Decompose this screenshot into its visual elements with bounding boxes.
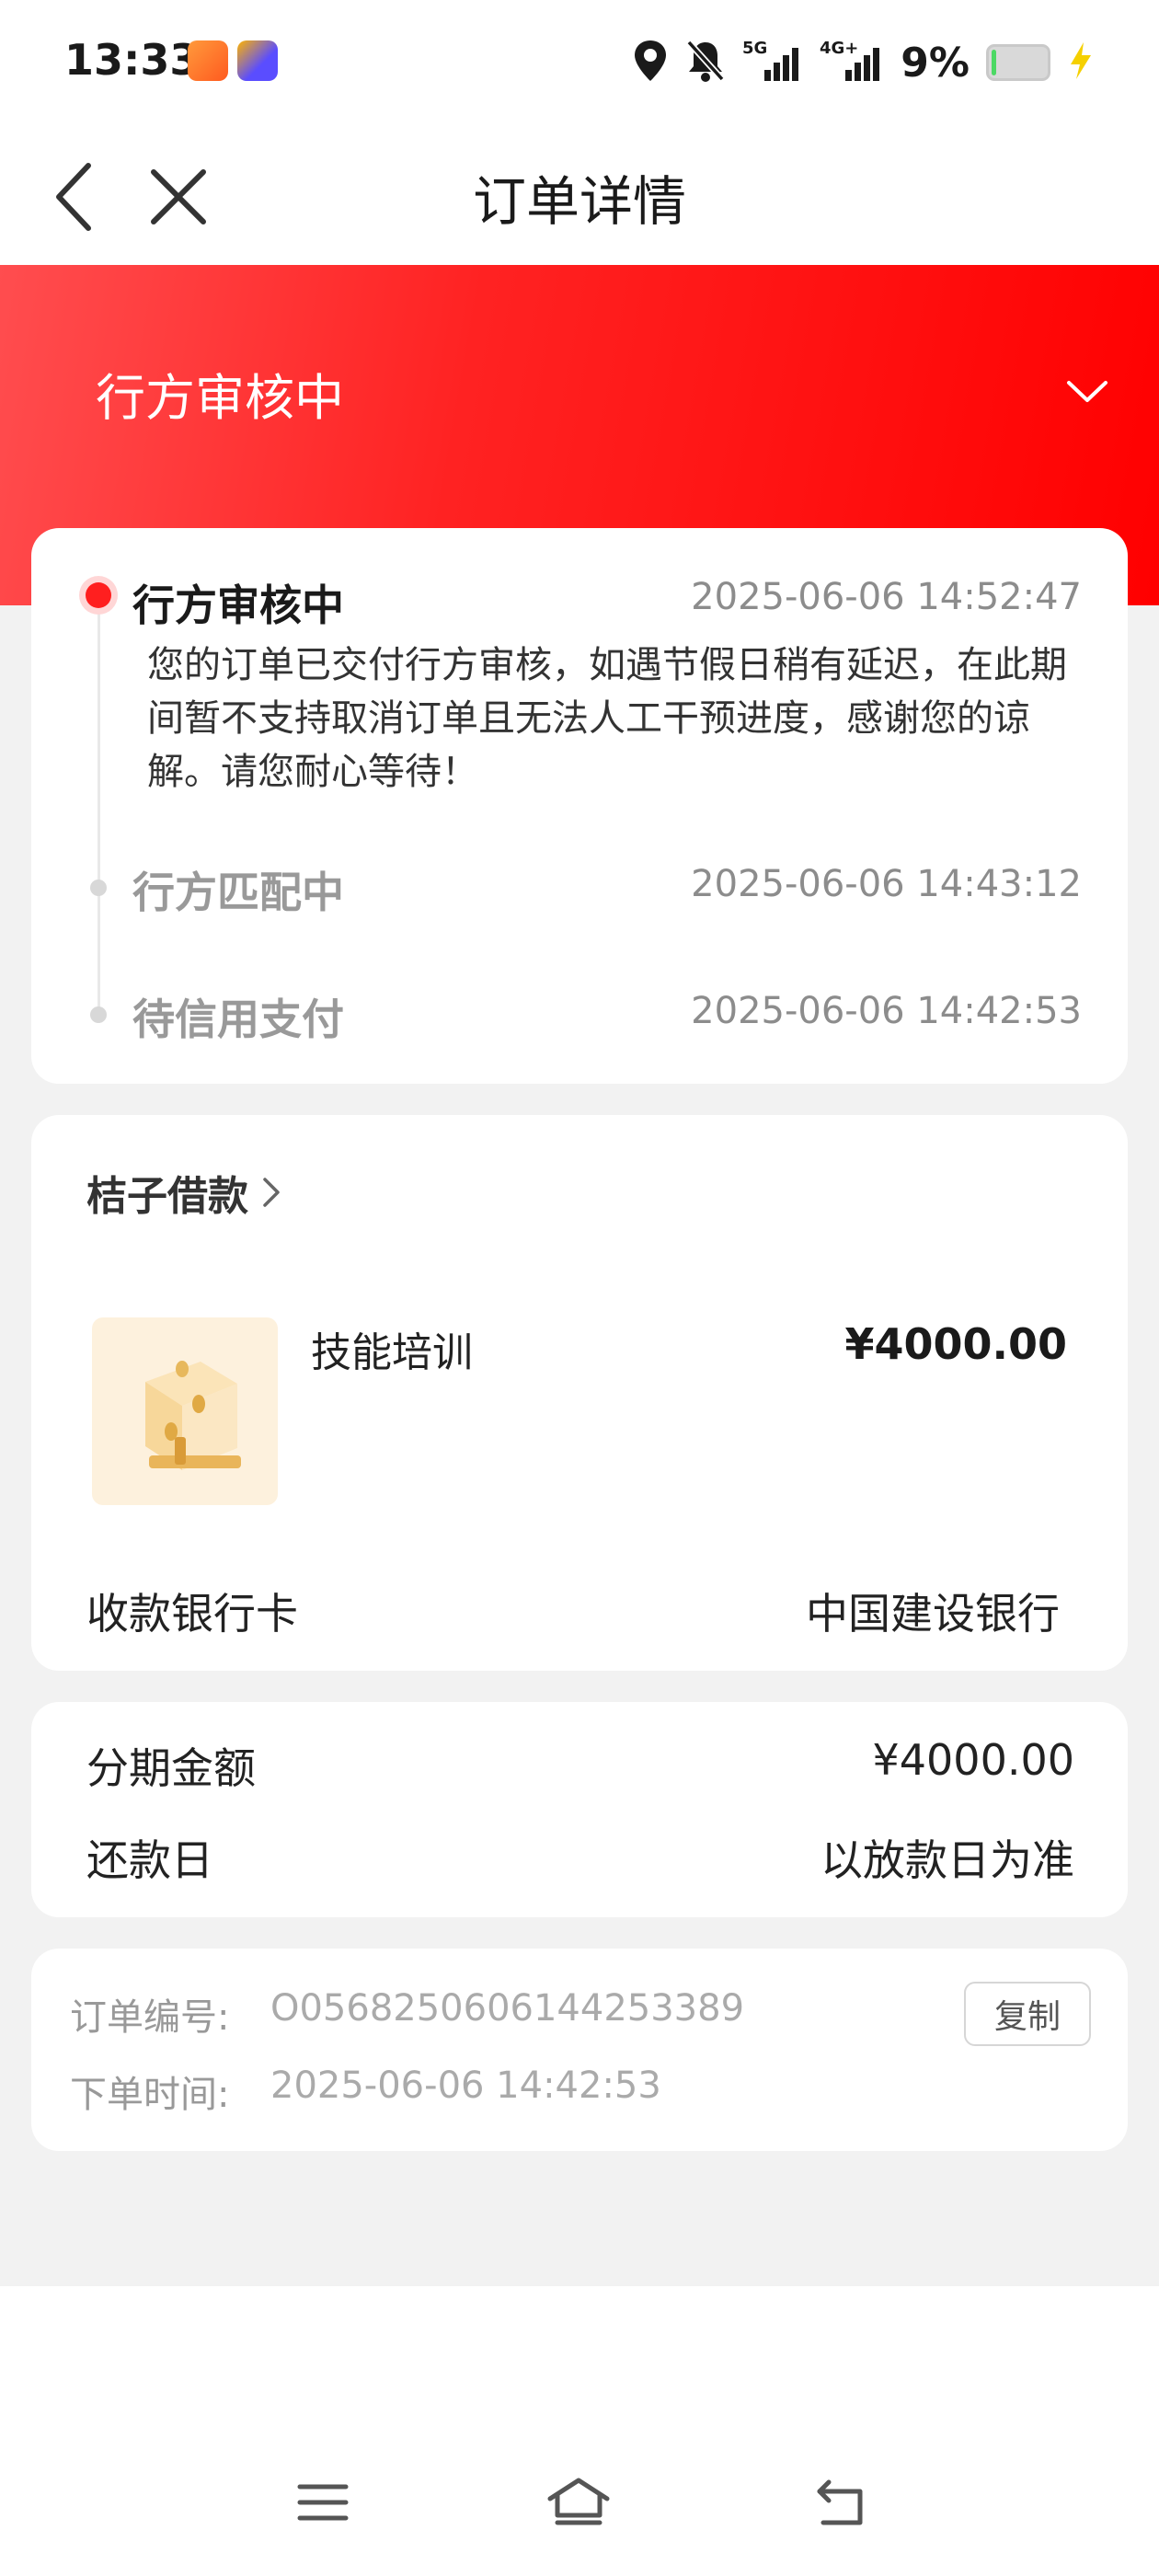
status-bar: 13:33 5G 4G+ 9% [0,0,1159,129]
menu-icon [297,2484,349,2521]
order-info-card: 订单编号: O0568250606144253389 复制 下单时间: 2025… [31,1949,1128,2151]
timeline-line [98,602,100,1016]
signal-4g-icon: 4G+ [820,37,884,88]
app-icon-2 [237,40,278,81]
progress-timeline-card: 行方审核中 2025-06-06 14:52:47 您的订单已交付行方审核，如遇… [31,528,1128,1084]
timeline-step-title: 行方匹配中 [132,868,344,917]
status-time: 13:33 [64,35,200,85]
order-time-value: 2025-06-06 14:42:53 [270,2064,661,2107]
chevron-right-icon [263,1178,280,1207]
installment-amount-value: ¥4000.00 [872,1735,1075,1785]
bank-card-label: 收款银行卡 [86,1589,298,1639]
timeline-dot [90,1006,107,1023]
coin-box-icon [145,1361,241,1470]
installment-card: 分期金额 ¥4000.00 还款日 以放款日为准 [31,1702,1128,1917]
repay-date-label: 还款日 [86,1835,213,1885]
network-4g-label: 4G+ [820,39,858,58]
repay-date-row: 还款日 以放款日为准 [86,1827,1074,1888]
timeline-step-time: 2025-06-06 14:52:47 [691,576,1082,618]
order-number-row: 订单编号: O0568250606144253389 [70,1987,744,2041]
copy-button[interactable]: 复制 [964,1982,1091,2046]
product-price: ¥4000.00 [844,1319,1067,1369]
timeline-step-desc: 您的订单已交付行方审核，如遇节假日稍有延迟，在此期间暂不支持取消订单且无法人工干… [147,644,1067,793]
network-5g-label: 5G [742,39,767,58]
timeline-step-title: 行方审核中 [132,581,344,630]
installment-amount-label: 分期金额 [86,1743,256,1793]
merchant-link[interactable]: 桔子借款 [86,1163,281,1222]
home-button[interactable] [537,2470,620,2535]
system-nav-bar [0,2286,1159,2576]
product-image [92,1317,278,1505]
bank-card-value: 中国建设银行 [806,1589,1060,1639]
expand-button[interactable] [1060,364,1115,420]
battery-fill [992,50,996,75]
title-bar: 订单详情 [0,129,1159,265]
timeline-step-title: 待信用支付 [132,995,344,1044]
location-icon [632,39,669,86]
page-title: 订单详情 [472,170,686,233]
order-number-label: 订单编号: [70,1996,230,2039]
app-icon-1 [188,40,228,81]
product-name: 技能培训 [311,1329,473,1376]
timeline-dot [90,880,107,896]
menu-button[interactable] [281,2470,364,2535]
installment-amount-row: 分期金额 ¥4000.00 [86,1735,1074,1796]
battery-icon [986,44,1050,81]
timeline-dot-active [79,576,118,615]
chevron-down-icon [1067,381,1107,402]
signal-5g-icon: 5G [742,37,803,88]
battery-percent: 9% [901,39,970,86]
header-status: 行方审核中 [96,369,344,427]
merchant-name: 桔子借款 [86,1173,248,1220]
timeline-step-time: 2025-06-06 14:43:12 [691,863,1082,905]
repay-date-value: 以放款日为准 [820,1835,1074,1885]
back-nav-button[interactable] [798,2470,881,2535]
timeline-step-time: 2025-06-06 14:42:53 [691,990,1082,1032]
mute-bell-icon [685,39,726,86]
back-nav-icon [817,2479,863,2525]
order-time-label: 下单时间: [70,2074,230,2116]
order-time-row: 下单时间: 2025-06-06 14:42:53 [70,2064,661,2118]
product-card: 桔子借款 技能培训 ¥4000.00 收款银行卡 中国建设银行 [31,1115,1128,1671]
status-icons: 5G 4G+ 9% [632,35,1095,90]
bank-card-row: 收款银行卡 中国建设银行 [86,1581,1060,1641]
order-number-value: O0568250606144253389 [270,1987,745,2030]
home-icon [547,2478,610,2525]
charging-icon [1067,40,1095,85]
